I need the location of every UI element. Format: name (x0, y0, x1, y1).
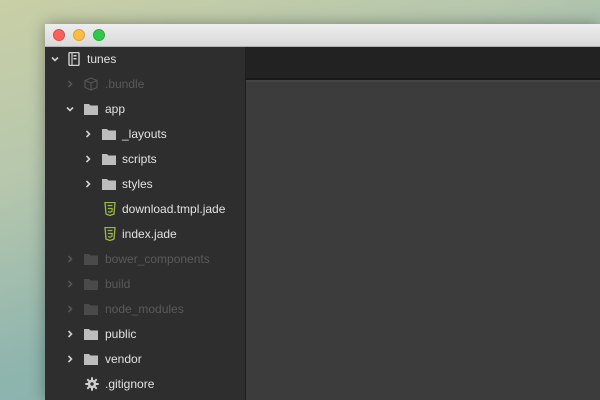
folder-icon (83, 102, 99, 116)
tree-item-label: node_modules (105, 302, 184, 316)
chevron-down-icon[interactable] (50, 54, 60, 64)
minimize-window-button[interactable] (73, 29, 85, 41)
folder-icon (101, 177, 117, 191)
tree-item-label: bower_components (105, 252, 210, 266)
tree-item-layouts[interactable]: _layouts (45, 122, 245, 147)
tree-item-gitignore[interactable]: .gitignore (45, 372, 245, 397)
tree-item-label: .bundle (105, 77, 145, 91)
tree-item-label: public (105, 327, 137, 341)
chevron-down-icon[interactable] (65, 104, 75, 114)
tree-item-label: scripts (122, 152, 157, 166)
tree-item-label: styles (122, 177, 153, 191)
tree-item-bower-components[interactable]: bower_components (45, 247, 245, 272)
tree-item-label: download.tmpl.jade (122, 202, 226, 216)
tree-item-label: index.jade (122, 227, 177, 241)
chevron-right-icon[interactable] (83, 129, 93, 139)
html5-file-icon (102, 227, 118, 241)
tree-item-label: app (105, 102, 126, 116)
chevron-right-icon[interactable] (65, 279, 75, 289)
tree-item-vendor[interactable]: vendor (45, 347, 245, 372)
editor-window: tunes .bundle app _layouts scripts style… (45, 24, 600, 400)
tree-item-scripts[interactable]: scripts (45, 147, 245, 172)
tree-item-download-tmpl-jade[interactable]: download.tmpl.jade (45, 197, 245, 222)
close-window-button[interactable] (53, 29, 65, 41)
chevron-right-icon[interactable] (65, 254, 75, 264)
tree-item-public[interactable]: public (45, 322, 245, 347)
repo-icon (66, 52, 82, 66)
tree-view: tunes .bundle app _layouts scripts style… (45, 47, 246, 400)
tree-item-bundle[interactable]: .bundle (45, 72, 245, 97)
tree-item-app[interactable]: app (45, 97, 245, 122)
zoom-window-button[interactable] (93, 29, 105, 41)
folder-icon (101, 152, 117, 166)
folder-icon (83, 352, 99, 366)
chevron-right-icon[interactable] (65, 329, 75, 339)
chevron-right-icon[interactable] (65, 79, 75, 89)
tree-item-node-modules[interactable]: node_modules (45, 297, 245, 322)
chevron-right-icon[interactable] (83, 179, 93, 189)
gear-icon (84, 377, 100, 391)
folder-icon (83, 327, 99, 341)
title-bar[interactable] (45, 24, 600, 47)
folder-icon (83, 277, 99, 291)
tree-item-styles[interactable]: styles (45, 172, 245, 197)
chevron-right-icon[interactable] (65, 304, 75, 314)
chevron-right-icon[interactable] (83, 154, 93, 164)
tree-item-label: _layouts (122, 127, 167, 141)
package-icon (83, 77, 99, 91)
editor-pane[interactable] (246, 47, 600, 400)
tab-bar[interactable] (246, 47, 600, 82)
folder-icon (83, 252, 99, 266)
tree-root-tunes[interactable]: tunes (45, 47, 245, 72)
tree-item-build[interactable]: build (45, 272, 245, 297)
tree-item-label: build (105, 277, 131, 291)
tree-item-label: vendor (105, 352, 142, 366)
html5-file-icon (102, 202, 118, 216)
folder-icon (101, 127, 117, 141)
chevron-right-icon[interactable] (65, 354, 75, 364)
tree-root-label: tunes (87, 52, 117, 66)
tree-item-index-jade[interactable]: index.jade (45, 222, 245, 247)
folder-icon (83, 302, 99, 316)
tree-item-label: .gitignore (105, 377, 155, 391)
